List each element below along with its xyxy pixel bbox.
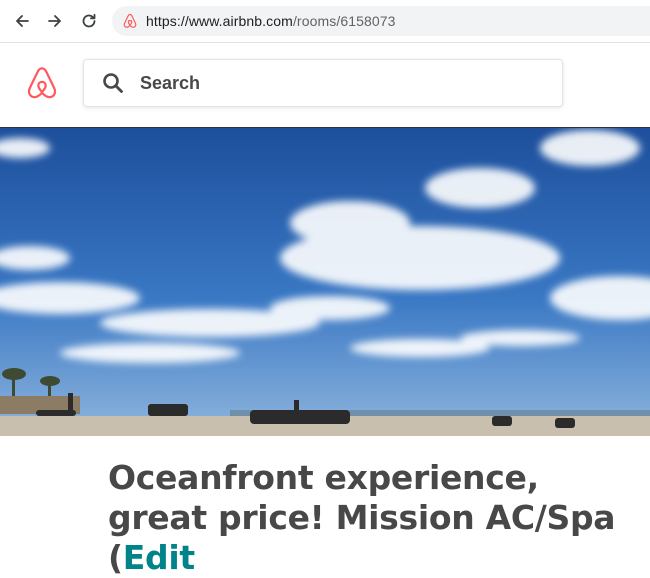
edit-link[interactable]: Edit [123,538,195,577]
beach-photo [0,128,650,436]
search-box[interactable] [83,59,563,107]
search-icon [102,72,124,94]
airbnb-favicon [122,13,138,29]
site-header [0,43,650,127]
airbnb-logo[interactable] [24,65,60,101]
forward-arrow-icon[interactable] [43,9,67,33]
browser-toolbar: https://www.airbnb.com/rooms/6158073 [0,0,650,43]
url-host: https://www.airbnb.com [146,13,293,29]
reload-icon[interactable] [77,9,101,33]
back-arrow-icon[interactable] [10,9,34,33]
url-text: https://www.airbnb.com/rooms/6158073 [146,13,396,29]
listing-hero-photo[interactable] [0,127,650,436]
listing-title: Oceanfront experience, great price! Miss… [108,458,628,578]
url-path: /rooms/6158073 [292,13,396,29]
address-bar[interactable]: https://www.airbnb.com/rooms/6158073 [112,6,650,36]
search-input[interactable] [138,71,522,95]
